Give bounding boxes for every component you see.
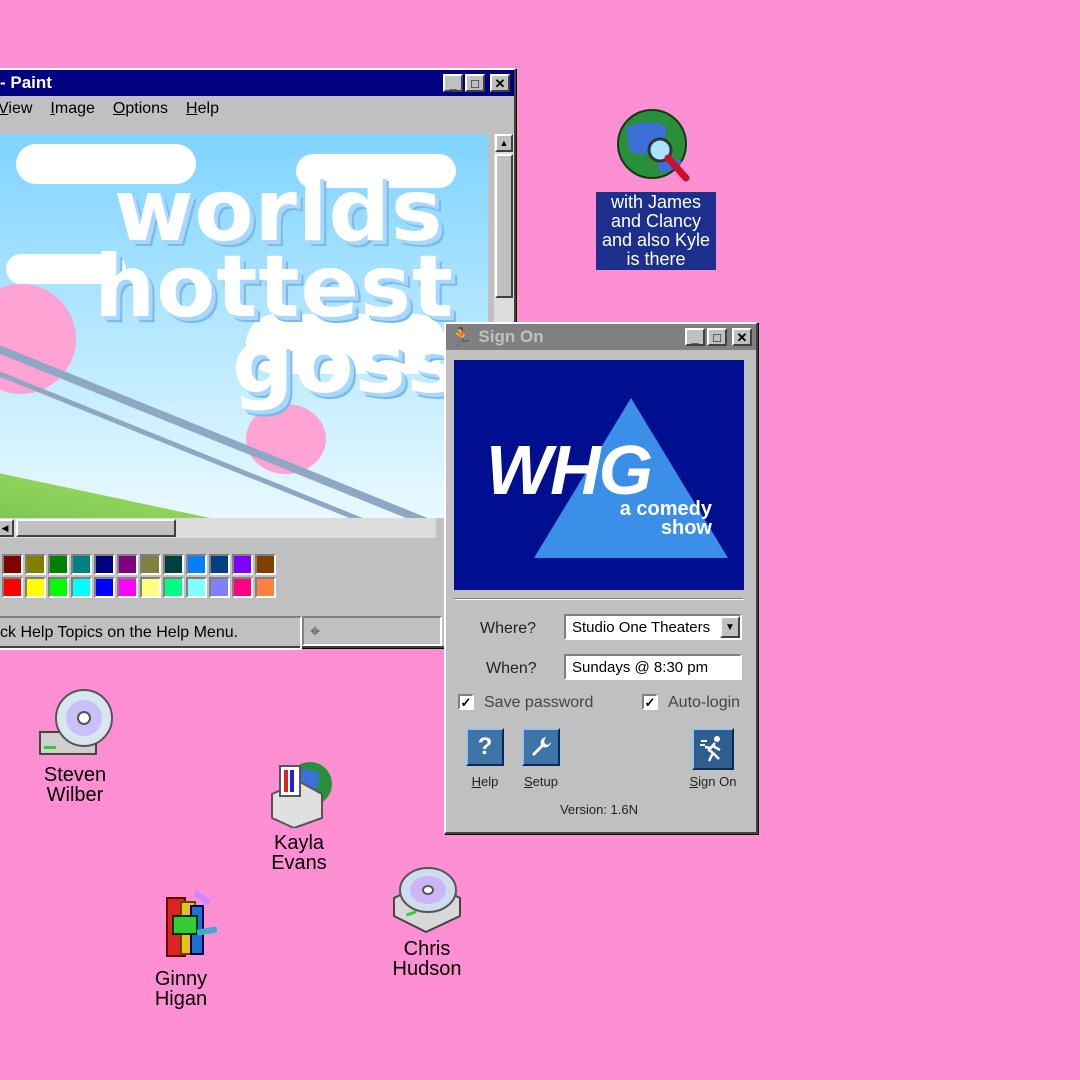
globe-search-icon[interactable]: [616, 108, 696, 186]
palette-swatch[interactable]: [117, 554, 138, 575]
when-label: When?: [486, 660, 537, 677]
help-button[interactable]: ?: [466, 728, 504, 766]
setup-label: Setup: [524, 774, 558, 789]
logo-subtitle-line2: show: [660, 517, 712, 539]
kayla-label-line1: Kayla: [273, 832, 325, 854]
maximize-button[interactable]: □: [707, 328, 727, 346]
where-label: Where?: [480, 620, 537, 637]
palette-swatch[interactable]: [25, 554, 46, 575]
network-globe-icon: [271, 762, 332, 830]
winrar-books-icon: [166, 889, 218, 957]
menu-image[interactable]: Image: [50, 100, 94, 118]
close-button[interactable]: ✕: [490, 74, 510, 92]
divider: [454, 598, 744, 600]
color-palette: [2, 554, 322, 598]
canvas-text-goss: goss: [232, 313, 460, 413]
palette-swatch[interactable]: [232, 554, 253, 575]
palette-swatch[interactable]: [94, 577, 115, 598]
horizontal-scroll-thumb[interactable]: [16, 519, 176, 537]
running-man-icon: 🏃: [450, 326, 473, 347]
auto-login-checkbox[interactable]: ✓: [642, 694, 658, 710]
palette-swatch[interactable]: [209, 554, 230, 575]
palette-swatch[interactable]: [140, 577, 161, 598]
paint-titlebar[interactable]: - Paint _ □ ✕: [0, 70, 514, 96]
signon-button[interactable]: [692, 728, 734, 770]
version-text: Version: 1.6N: [559, 802, 639, 817]
horizontal-scrollbar[interactable]: ◀: [0, 518, 436, 538]
signon-titlebar[interactable]: 🏃 Sign On _ □ ✕: [446, 324, 756, 350]
running-man-icon: [700, 736, 721, 762]
ginny-label-line2: Higan: [154, 988, 208, 1010]
paint-title: - Paint: [0, 73, 52, 92]
where-value: Studio One Theaters: [572, 618, 711, 636]
chris-label-line2: Hudson: [392, 958, 462, 980]
maximize-button[interactable]: □: [465, 74, 485, 92]
minimize-button[interactable]: _: [443, 74, 463, 92]
status-coords-pane: ⌖: [302, 616, 442, 646]
wrench-icon: [532, 737, 551, 756]
vertical-scroll-thumb[interactable]: [495, 154, 513, 298]
help-label: Help: [471, 774, 499, 789]
close-button[interactable]: ✕: [732, 328, 752, 346]
palette-swatch[interactable]: [25, 577, 46, 598]
whg-logo: WHG a comedy show: [454, 360, 744, 590]
paint-menubar: View Image Options Help: [0, 96, 514, 122]
minimize-button[interactable]: _: [685, 328, 705, 346]
paint-window[interactable]: - Paint _ □ ✕ View Image Options Help wo…: [0, 68, 516, 650]
cd-player-icon: [393, 867, 461, 934]
scroll-left-arrow-icon[interactable]: ◀: [0, 519, 14, 537]
palette-swatch[interactable]: [209, 577, 230, 598]
menu-options[interactable]: Options: [113, 100, 168, 118]
desktop-icon-chris[interactable]: Chris Hudson: [372, 862, 482, 979]
palette-swatch[interactable]: [117, 577, 138, 598]
menu-help[interactable]: Help: [186, 100, 219, 118]
menu-view[interactable]: View: [0, 100, 32, 118]
palette-swatch[interactable]: [163, 554, 184, 575]
cd-drive-icon: [39, 689, 113, 755]
palette-swatch[interactable]: [2, 577, 23, 598]
where-dropdown[interactable]: Studio One Theaters ▼: [564, 614, 742, 640]
paint-canvas[interactable]: worlds hottest goss: [0, 134, 488, 518]
palette-swatch[interactable]: [2, 554, 23, 575]
desktop-icon-kayla[interactable]: Kayla Evans: [244, 754, 354, 873]
globe-icon-label[interactable]: with James and Clancy and also Kyle is t…: [596, 192, 716, 270]
palette-swatch[interactable]: [140, 554, 161, 575]
steven-label-line1: Steven: [43, 764, 107, 786]
palette-swatch[interactable]: [255, 554, 276, 575]
chris-label-line1: Chris: [403, 938, 451, 960]
auto-login-label: Auto-login: [668, 694, 741, 711]
steven-label-line2: Wilber: [46, 784, 104, 806]
palette-swatch[interactable]: [94, 554, 115, 575]
palette-swatch[interactable]: [71, 577, 92, 598]
palette-swatch[interactable]: [255, 577, 276, 598]
logo-subtitle: a comedy show: [620, 499, 712, 539]
save-password-label: Save password: [484, 694, 594, 711]
palette-swatch[interactable]: [186, 577, 207, 598]
desktop-icon-steven[interactable]: Steven Wilber: [20, 688, 130, 805]
save-password-checkbox[interactable]: ✓: [458, 694, 474, 710]
signon-title: Sign On: [478, 327, 544, 346]
status-text: ck Help Topics on the Help Menu.: [0, 624, 239, 641]
palette-swatch[interactable]: [48, 577, 69, 598]
when-value: Sundays @ 8:30 pm: [572, 658, 709, 676]
paint-statusbar: ck Help Topics on the Help Menu.: [0, 616, 302, 650]
palette-swatch[interactable]: [71, 554, 92, 575]
cursor-position-icon: ⌖: [310, 621, 321, 641]
palette-swatch[interactable]: [186, 554, 207, 575]
palette-swatch[interactable]: [48, 554, 69, 575]
palette-swatch[interactable]: [163, 577, 184, 598]
kayla-label-line2: Evans: [271, 852, 327, 874]
when-field[interactable]: Sundays @ 8:30 pm: [564, 654, 742, 680]
setup-button[interactable]: [522, 728, 560, 766]
palette-swatch[interactable]: [232, 577, 253, 598]
ginny-label-line1: Ginny: [154, 968, 208, 990]
scroll-up-arrow-icon[interactable]: ▲: [495, 134, 513, 152]
chevron-down-icon[interactable]: ▼: [720, 616, 740, 638]
signon-label: Sign On: [689, 774, 737, 789]
signon-window[interactable]: 🏃 Sign On _ □ ✕ WHG a comedy show Where?…: [444, 322, 758, 834]
desktop-icon-ginny[interactable]: Ginny Higan: [126, 888, 236, 1009]
